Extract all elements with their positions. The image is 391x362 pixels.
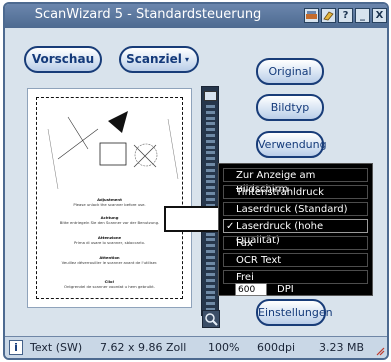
info-icon[interactable]: i — [9, 340, 23, 355]
slider-tick — [206, 290, 215, 294]
slider-tick — [206, 180, 215, 184]
close-button[interactable]: X — [372, 8, 387, 23]
slider-tick — [206, 279, 215, 282]
menu-item-ocr[interactable]: OCR Text — [223, 253, 368, 267]
checkmark-icon: ✓ — [226, 221, 235, 232]
original-button[interactable]: Original — [256, 58, 324, 85]
menu-item-laser-high[interactable]: ✓ Laserdruck (hohe Qualität) — [223, 219, 368, 246]
slider-tick — [206, 267, 215, 271]
slider-tick — [206, 302, 215, 306]
window-title: ScanWizard 5 - Standardsteuerung — [34, 7, 262, 22]
slider-tick — [206, 110, 215, 114]
magnifier-icon[interactable] — [202, 310, 220, 328]
slider-tick — [206, 139, 215, 143]
help-button[interactable]: ? — [338, 8, 353, 23]
slider-tick — [206, 296, 215, 300]
preview-text-line: Ontgrendel de scanner voordat u hem gebr… — [64, 284, 155, 289]
slider-tick — [206, 261, 215, 265]
preview-text-line: Veuillez déverrouiller le scanner avant … — [61, 260, 158, 265]
status-resolution: 600dpi — [257, 341, 296, 354]
resize-grip-icon[interactable] — [375, 346, 385, 356]
menu-item-fax[interactable]: Fax — [223, 236, 368, 250]
status-mode: Text (SW) — [30, 341, 83, 354]
dpi-unit-label: DPI — [277, 284, 294, 295]
slider-tick — [206, 273, 215, 277]
menu-item-screen[interactable]: Zur Anzeige am Bildschirm — [223, 168, 368, 195]
minimize-button[interactable]: _ — [355, 8, 370, 23]
slider-handle[interactable] — [204, 91, 217, 101]
status-zoom: 100% — [208, 341, 240, 354]
menu-item-label: Frei — [236, 272, 254, 283]
image-type-button[interactable]: Bildtyp — [256, 94, 324, 121]
scan-target-label: Scanziel — [126, 52, 182, 66]
slider-tick — [206, 151, 215, 155]
slider-tick — [206, 145, 215, 149]
usage-button[interactable]: Verwendung — [256, 131, 327, 158]
slider-tick — [206, 168, 215, 172]
menu-item-label: Laserdruck (Standard) — [236, 204, 348, 215]
slider-tick — [206, 122, 215, 126]
scan-target-button[interactable]: Scanziel ▾ — [119, 46, 199, 73]
chevron-down-icon: ▾ — [184, 55, 189, 64]
dpi-input[interactable]: 600 — [235, 283, 267, 296]
clipboard-icon[interactable] — [321, 8, 336, 23]
scanner-icon[interactable] — [304, 8, 319, 23]
menu-item-label: OCR Text — [236, 255, 282, 266]
slider-tick — [206, 105, 215, 108]
menu-item-inkjet[interactable]: Tintenstrahldruck — [223, 185, 368, 199]
settings-button[interactable]: Einstellungen — [256, 299, 333, 326]
status-bar: i Text (SW) 7.62 x 9.86 Zoll 100% 600dpi… — [5, 336, 387, 358]
slider-tick — [206, 134, 215, 137]
slider-tick — [206, 174, 215, 178]
slider-tick — [206, 255, 215, 259]
status-size: 7.62 x 9.86 Zoll — [100, 341, 187, 354]
title-bar[interactable]: ScanWizard 5 - Standardsteuerung ? _ X — [5, 4, 387, 28]
menu-item-custom[interactable]: Frei — [223, 270, 368, 284]
slider-tick — [206, 116, 215, 120]
slider-tick — [206, 157, 215, 161]
menu-item-label: Fax — [236, 238, 253, 249]
preview-button[interactable]: Vorschau — [24, 46, 102, 73]
scanwizard-window: ScanWizard 5 - Standardsteuerung ? _ X V… — [0, 0, 391, 362]
menu-item-label: Tintenstrahldruck — [236, 187, 324, 198]
slider-tick — [206, 250, 215, 253]
menu-item-laser-standard[interactable]: Laserdruck (Standard) — [223, 202, 368, 216]
window-frame: ScanWizard 5 - Standardsteuerung ? _ X V… — [3, 2, 389, 360]
slider-tick — [206, 163, 215, 166]
status-file-size: 3.23 MB — [319, 341, 365, 354]
slider-tick — [206, 128, 215, 132]
usage-dropdown-menu: Zur Anzeige am Bildschirm Tintenstrahldr… — [218, 163, 373, 296]
slider-tick — [206, 284, 215, 288]
